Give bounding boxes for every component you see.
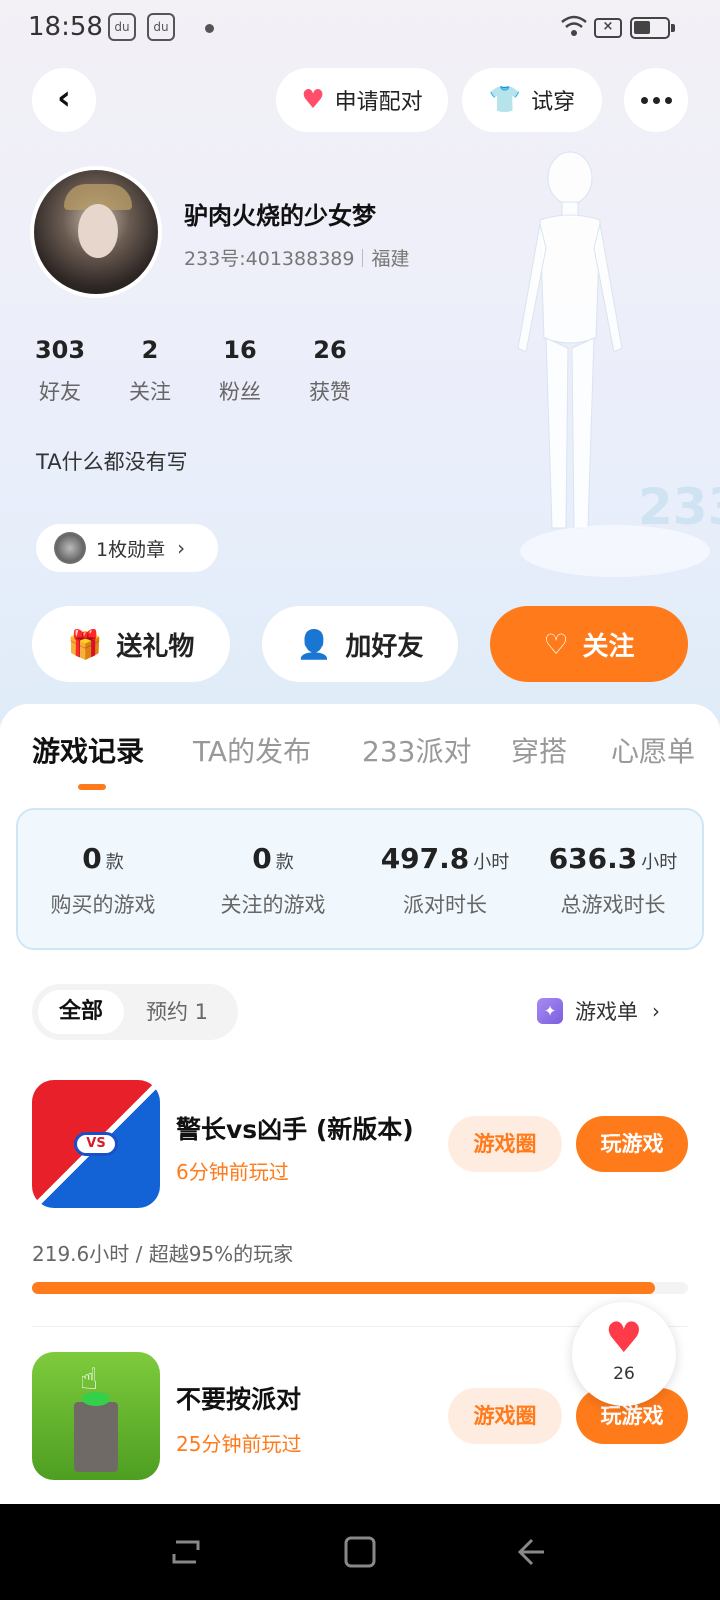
- shirt-icon: 👕: [488, 85, 522, 115]
- recent-apps-icon[interactable]: [168, 1534, 204, 1570]
- summary-total-time: 636.3 小时 总游戏时长: [528, 842, 698, 919]
- follow-label: 关注: [582, 631, 635, 662]
- game-last-played: 25分钟前玩过: [176, 1432, 302, 1456]
- stat-label: 获赞: [309, 380, 351, 404]
- play-game-button[interactable]: 玩游戏: [576, 1116, 688, 1172]
- uid-separator: [362, 248, 364, 267]
- game-title[interactable]: 不要按派对: [176, 1380, 301, 1416]
- game-last-played: 6分钟前玩过: [176, 1160, 289, 1184]
- follow-button[interactable]: ♡ 关注: [490, 606, 688, 682]
- summary-purchased: 0款 购买的游戏: [18, 842, 188, 919]
- try-on-button[interactable]: 👕 试穿: [462, 68, 602, 132]
- game-icon-dont-press-party[interactable]: ☝: [32, 1352, 160, 1480]
- medal-button[interactable]: 1枚勋章 ›: [36, 524, 218, 572]
- avatar-figure-image: [517, 151, 623, 529]
- heart-icon: ♥: [605, 1313, 643, 1362]
- gift-icon: 🎁: [67, 627, 103, 661]
- summary-party-time: 497.8 小时 派对时长: [360, 842, 530, 919]
- stat-label: 好友: [39, 380, 81, 404]
- playtime-text: 219.6小时 / 超越95%的玩家: [32, 1242, 294, 1266]
- nickname: 驴肉火烧的少女梦: [184, 202, 376, 230]
- stat-label: 关注: [129, 380, 171, 404]
- summary-value: 636.3: [548, 842, 638, 875]
- stat-fans[interactable]: 16 粉丝: [200, 336, 280, 406]
- medal-label: 1枚勋章: [96, 538, 166, 561]
- heart-pair-icon: ♥: [301, 85, 325, 115]
- stat-value: 303: [34, 336, 86, 364]
- avatar[interactable]: [30, 166, 162, 298]
- stat-label: 粉丝: [219, 380, 261, 404]
- tab-indicator: [78, 784, 106, 790]
- back-button[interactable]: ‹: [32, 68, 96, 132]
- chevron-right-icon: ›: [177, 536, 186, 560]
- summary-value: 0: [82, 842, 102, 875]
- back-nav-icon[interactable]: [516, 1534, 552, 1570]
- region-text: 福建: [371, 248, 410, 270]
- bio-text: TA什么都没有写: [36, 450, 188, 474]
- baidu-icon: du: [147, 13, 175, 41]
- summary-unit: 款: [105, 852, 124, 873]
- add-friend-label: 加好友: [345, 631, 424, 662]
- tab-game-records[interactable]: 游戏记录: [32, 730, 144, 770]
- like-button[interactable]: ♥ 26: [572, 1302, 676, 1406]
- battery-icon: [630, 17, 675, 39]
- sparkle-icon: ✦: [537, 998, 563, 1024]
- home-icon[interactable]: [342, 1534, 378, 1570]
- game-icon-sheriff-vs-murderer[interactable]: VS: [32, 1080, 160, 1208]
- try-on-label: 试穿: [531, 90, 576, 115]
- summary-label: 购买的游戏: [50, 893, 156, 917]
- summary-followed: 0款 关注的游戏: [188, 842, 358, 919]
- summary-value: 497.8: [380, 842, 470, 875]
- summary-label: 关注的游戏: [220, 893, 326, 917]
- playtime-progress-fill: [32, 1282, 656, 1294]
- add-friend-button[interactable]: 👤 加好友: [262, 606, 458, 682]
- summary-label: 派对时长: [403, 893, 487, 917]
- stat-value: 2: [141, 336, 159, 364]
- add-user-icon: 👤: [296, 627, 332, 661]
- tab-ta-posts[interactable]: TA的发布: [193, 730, 311, 770]
- playtime-progress-bar: [32, 1282, 688, 1294]
- summary-label: 总游戏时长: [560, 893, 666, 917]
- game-list-link[interactable]: ✦ 游戏单 ›: [537, 996, 660, 1026]
- tab-outfits[interactable]: 穿搭: [511, 730, 567, 770]
- send-gift-label: 送礼物: [116, 631, 195, 662]
- game-list-label: 游戏单: [575, 1000, 638, 1024]
- notification-dot-icon: [205, 24, 214, 33]
- summary-unit: 小时: [473, 852, 510, 873]
- like-count: 26: [613, 1364, 635, 1384]
- game-circle-button[interactable]: 游戏圈: [448, 1388, 562, 1444]
- baidu-icon: du: [108, 13, 136, 41]
- data-off-icon: ×: [594, 18, 622, 38]
- tab-233-party[interactable]: 233派对: [362, 730, 471, 770]
- stat-likes[interactable]: 26 获赞: [290, 336, 370, 406]
- summary-unit: 小时: [641, 852, 678, 873]
- game-title[interactable]: 警长vs凶手 (新版本): [176, 1110, 414, 1146]
- tab-wishlist[interactable]: 心愿单: [611, 730, 695, 770]
- apply-pair-label: 申请配对: [334, 90, 423, 115]
- summary-unit: 款: [275, 852, 294, 873]
- stat-following[interactable]: 2 关注: [110, 336, 190, 406]
- filter-all[interactable]: 全部: [38, 990, 124, 1034]
- game-circle-button[interactable]: 游戏圈: [448, 1116, 562, 1172]
- stat-friends[interactable]: 303 好友: [20, 336, 100, 406]
- chevron-right-icon: ›: [652, 999, 660, 1023]
- stat-value: 26: [313, 336, 347, 364]
- stat-value: 16: [223, 336, 257, 364]
- uid-text: 233号:401388389: [184, 248, 355, 270]
- medal-icon: [54, 532, 86, 564]
- 233-logo: 233: [638, 478, 720, 536]
- heart-plus-icon: ♡: [543, 627, 569, 661]
- wifi-icon: [561, 15, 587, 36]
- send-gift-button[interactable]: 🎁 送礼物: [32, 606, 230, 682]
- status-time: 18:58: [28, 12, 103, 42]
- filter-reserved[interactable]: 预约 1: [146, 990, 208, 1034]
- uid-row: 233号:401388389 福建: [184, 244, 409, 271]
- summary-value: 0: [252, 842, 272, 875]
- apply-pair-button[interactable]: ♥ 申请配对: [276, 68, 448, 132]
- more-button[interactable]: [624, 68, 688, 132]
